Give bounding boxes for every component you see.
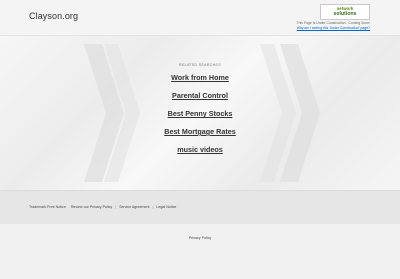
under-construction-link[interactable]: Why am I seeing this 'Under Construction… [297,26,370,31]
footer-separator: | [115,205,117,209]
network-solutions-logo[interactable]: network solutions [320,4,370,20]
header: Clayson.org network solutions This Page … [0,0,400,36]
footer: Trademark Free Notice Review our Privacy… [0,190,400,225]
legal-notice-link[interactable]: Legal Notice [156,205,176,209]
footer-separator: | [152,205,154,209]
search-link-best-penny-stocks[interactable]: Best Penny Stocks [0,109,400,118]
search-link-work-from-home[interactable]: Work from Home [0,73,400,82]
service-agreement-link[interactable]: Service Agreement [119,205,149,209]
search-link-best-mortgage-rates[interactable]: Best Mortgage Rates [0,127,400,136]
review-privacy-policy-link[interactable]: Review our Privacy Policy [71,205,112,209]
bottom-bar: Privacy Policy [0,224,400,279]
privacy-policy-link[interactable]: Privacy Policy [0,236,400,240]
site-title[interactable]: Clayson.org [29,11,78,21]
trademark-notice-link[interactable]: Trademark Free Notice [29,205,66,209]
logo-line-2: solutions [333,11,357,18]
under-construction-info: This Page Is Under Construction - Coming… [297,21,371,31]
search-link-music-videos[interactable]: music videos [0,145,400,154]
main-content: RELATED SEARCHES Work from Home Parental… [0,36,400,190]
search-link-parental-control[interactable]: Parental Control [0,91,400,100]
footer-links: Trademark Free Notice Review our Privacy… [29,205,176,209]
related-searches-heading: RELATED SEARCHES [179,63,221,67]
